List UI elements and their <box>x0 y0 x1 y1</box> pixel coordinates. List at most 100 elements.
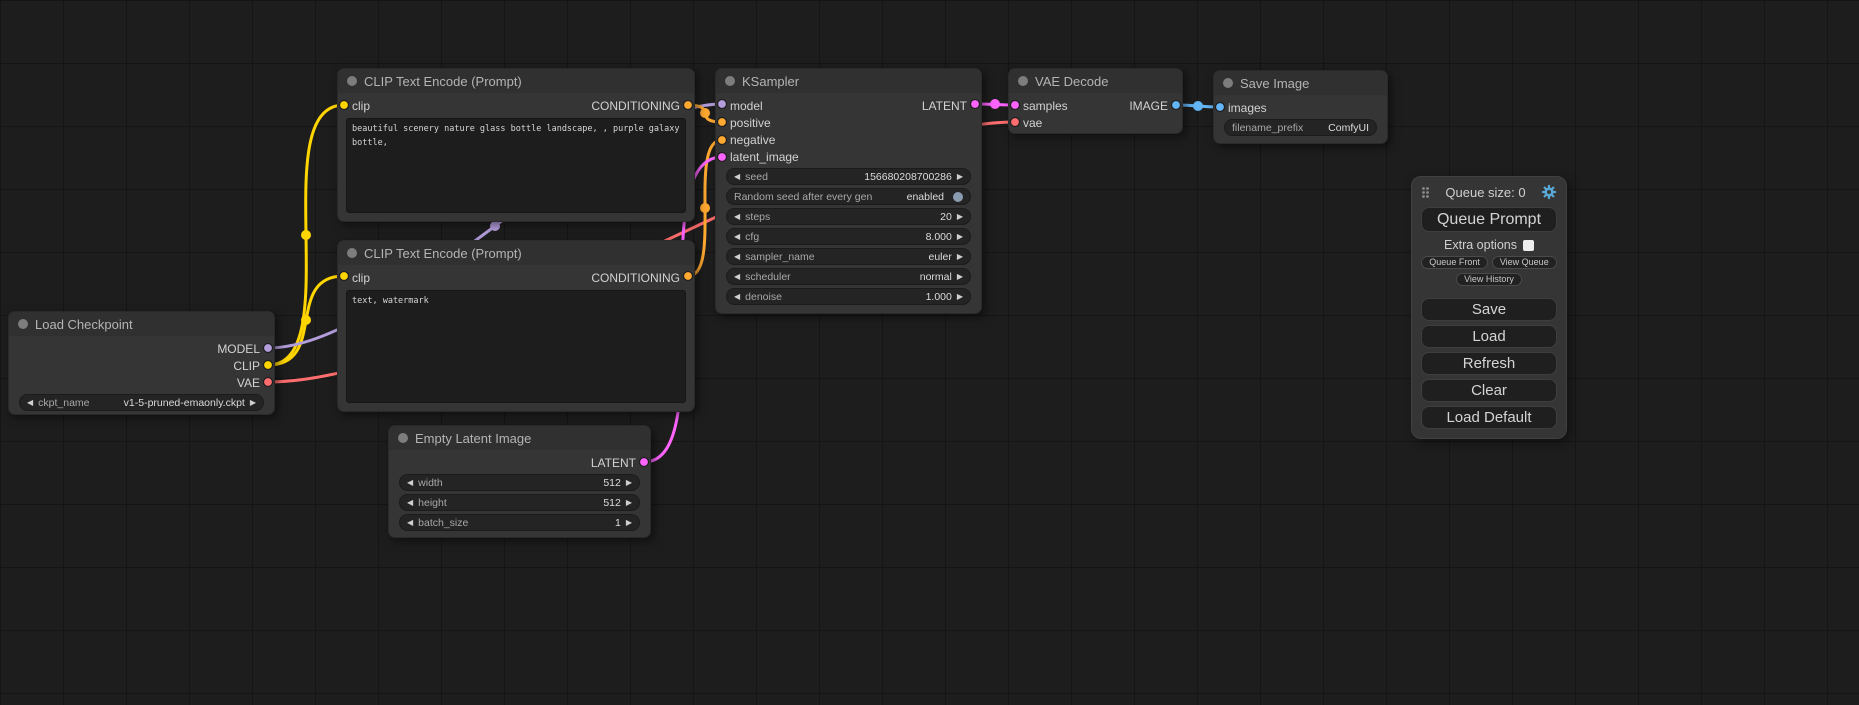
queue-front-button[interactable]: Queue Front <box>1421 256 1488 269</box>
widget-value: v1-5-pruned-emaonly.ckpt <box>124 397 245 409</box>
increment-arrow-icon[interactable]: ▶ <box>626 519 632 527</box>
collapse-dot-icon[interactable] <box>347 248 357 258</box>
node-title: KSampler <box>742 74 799 89</box>
widget-label: Random seed after every gen <box>734 191 872 203</box>
node-vae-decode[interactable]: VAE Decode samples IMAGE vae <box>1008 68 1183 134</box>
decrement-arrow-icon[interactable]: ◀ <box>734 213 740 221</box>
decrement-arrow-icon[interactable]: ◀ <box>734 293 740 301</box>
node-title-bar[interactable]: KSampler <box>716 69 981 93</box>
input-label-clip: clip <box>352 99 370 113</box>
output-label-image: IMAGE <box>1129 99 1168 113</box>
input-label-positive: positive <box>730 116 771 130</box>
widget-sampler-name[interactable]: ◀ sampler_name euler ▶ <box>726 248 971 265</box>
node-title: CLIP Text Encode (Prompt) <box>364 74 522 89</box>
clear-button[interactable]: Clear <box>1421 379 1557 402</box>
collapse-dot-icon[interactable] <box>347 76 357 86</box>
widget-batch-size[interactable]: ◀ batch_size 1 ▶ <box>399 514 640 531</box>
node-save-image[interactable]: Save Image images filename_prefix ComfyU… <box>1213 70 1388 144</box>
widget-label: denoise <box>745 291 782 303</box>
node-clip-text-encode-positive[interactable]: CLIP Text Encode (Prompt) clip CONDITION… <box>337 68 695 222</box>
decrement-arrow-icon[interactable]: ◀ <box>407 499 413 507</box>
output-label-latent: LATENT <box>591 456 636 470</box>
increment-arrow-icon[interactable]: ▶ <box>957 213 963 221</box>
positive-prompt-textarea[interactable]: beautiful scenery nature glass bottle la… <box>346 118 686 213</box>
node-title: Save Image <box>1240 76 1309 91</box>
input-label-negative: negative <box>730 133 775 147</box>
queue-prompt-button[interactable]: Queue Prompt <box>1421 207 1557 232</box>
node-title-bar[interactable]: Save Image <box>1214 71 1387 95</box>
collapse-dot-icon[interactable] <box>398 433 408 443</box>
node-title: Load Checkpoint <box>35 317 133 332</box>
widget-value: ComfyUI <box>1328 122 1369 134</box>
load-button[interactable]: Load <box>1421 325 1557 348</box>
decrement-arrow-icon[interactable]: ◀ <box>734 253 740 261</box>
negative-prompt-textarea[interactable]: text, watermark <box>346 290 686 403</box>
toggle-on-indicator[interactable] <box>953 192 963 202</box>
widget-steps[interactable]: ◀ steps 20 ▶ <box>726 208 971 225</box>
increment-arrow-icon[interactable]: ▶ <box>957 253 963 261</box>
widget-value: enabled <box>907 191 944 203</box>
widget-label: width <box>418 477 443 489</box>
increment-arrow-icon[interactable]: ▶ <box>957 273 963 281</box>
input-label-clip: clip <box>352 271 370 285</box>
widget-label: height <box>418 497 447 509</box>
widget-label: ckpt_name <box>38 397 89 409</box>
widget-label: sampler_name <box>745 251 814 263</box>
node-title-bar[interactable]: VAE Decode <box>1009 69 1182 93</box>
node-title-bar[interactable]: CLIP Text Encode (Prompt) <box>338 69 694 93</box>
widget-value: 8.000 <box>926 231 952 243</box>
node-load-checkpoint[interactable]: Load Checkpoint MODEL CLIP VAE ◀ ckpt_na… <box>8 311 275 415</box>
increment-arrow-icon[interactable]: ▶ <box>626 499 632 507</box>
increment-arrow-icon[interactable]: ▶ <box>250 399 256 407</box>
collapse-dot-icon[interactable] <box>1223 78 1233 88</box>
widget-scheduler[interactable]: ◀ scheduler normal ▶ <box>726 268 971 285</box>
node-ksampler[interactable]: KSampler model LATENT positive negative … <box>715 68 982 314</box>
widget-seed[interactable]: ◀ seed 156680208700286 ▶ <box>726 168 971 185</box>
increment-arrow-icon[interactable]: ▶ <box>957 293 963 301</box>
decrement-arrow-icon[interactable]: ◀ <box>407 519 413 527</box>
view-queue-button[interactable]: View Queue <box>1492 256 1557 269</box>
widget-height[interactable]: ◀ height 512 ▶ <box>399 494 640 511</box>
load-default-button[interactable]: Load Default <box>1421 406 1557 429</box>
node-title-bar[interactable]: Empty Latent Image <box>389 426 650 450</box>
output-label-conditioning: CONDITIONING <box>591 271 680 285</box>
widget-cfg[interactable]: ◀ cfg 8.000 ▶ <box>726 228 971 245</box>
settings-gear-icon[interactable] <box>1541 184 1557 200</box>
decrement-arrow-icon[interactable]: ◀ <box>27 399 33 407</box>
widget-value: normal <box>920 271 952 283</box>
increment-arrow-icon[interactable]: ▶ <box>957 233 963 241</box>
collapse-dot-icon[interactable] <box>18 319 28 329</box>
widget-label: steps <box>745 211 770 223</box>
widget-value: 1 <box>615 517 621 529</box>
output-label-conditioning: CONDITIONING <box>591 99 680 113</box>
widget-width[interactable]: ◀ width 512 ▶ <box>399 474 640 491</box>
decrement-arrow-icon[interactable]: ◀ <box>734 273 740 281</box>
drag-handle-icon[interactable] <box>1421 186 1430 199</box>
node-clip-text-encode-negative[interactable]: CLIP Text Encode (Prompt) clip CONDITION… <box>337 240 695 412</box>
node-title-bar[interactable]: CLIP Text Encode (Prompt) <box>338 241 694 265</box>
node-title: CLIP Text Encode (Prompt) <box>364 246 522 261</box>
decrement-arrow-icon[interactable]: ◀ <box>407 479 413 487</box>
node-empty-latent-image[interactable]: Empty Latent Image LATENT ◀ width 512 ▶ … <box>388 425 651 538</box>
extra-options-checkbox[interactable] <box>1523 240 1534 251</box>
decrement-arrow-icon[interactable]: ◀ <box>734 173 740 181</box>
increment-arrow-icon[interactable]: ▶ <box>626 479 632 487</box>
widget-random-seed-toggle[interactable]: Random seed after every gen enabled <box>726 188 971 205</box>
widget-ckpt-name[interactable]: ◀ ckpt_name v1-5-pruned-emaonly.ckpt ▶ <box>19 394 264 411</box>
widget-filename-prefix[interactable]: filename_prefix ComfyUI <box>1224 119 1377 136</box>
collapse-dot-icon[interactable] <box>725 76 735 86</box>
save-button[interactable]: Save <box>1421 298 1557 321</box>
widget-denoise[interactable]: ◀ denoise 1.000 ▶ <box>726 288 971 305</box>
widget-label: batch_size <box>418 517 468 529</box>
refresh-button[interactable]: Refresh <box>1421 352 1557 375</box>
widget-value: 20 <box>940 211 952 223</box>
input-label-latent-image: latent_image <box>730 150 799 164</box>
widget-label: seed <box>745 171 768 183</box>
view-history-button[interactable]: View History <box>1456 273 1522 286</box>
decrement-arrow-icon[interactable]: ◀ <box>734 233 740 241</box>
node-title-bar[interactable]: Load Checkpoint <box>9 312 274 336</box>
widget-value: 156680208700286 <box>864 171 952 183</box>
widget-label: scheduler <box>745 271 791 283</box>
increment-arrow-icon[interactable]: ▶ <box>957 173 963 181</box>
collapse-dot-icon[interactable] <box>1018 76 1028 86</box>
